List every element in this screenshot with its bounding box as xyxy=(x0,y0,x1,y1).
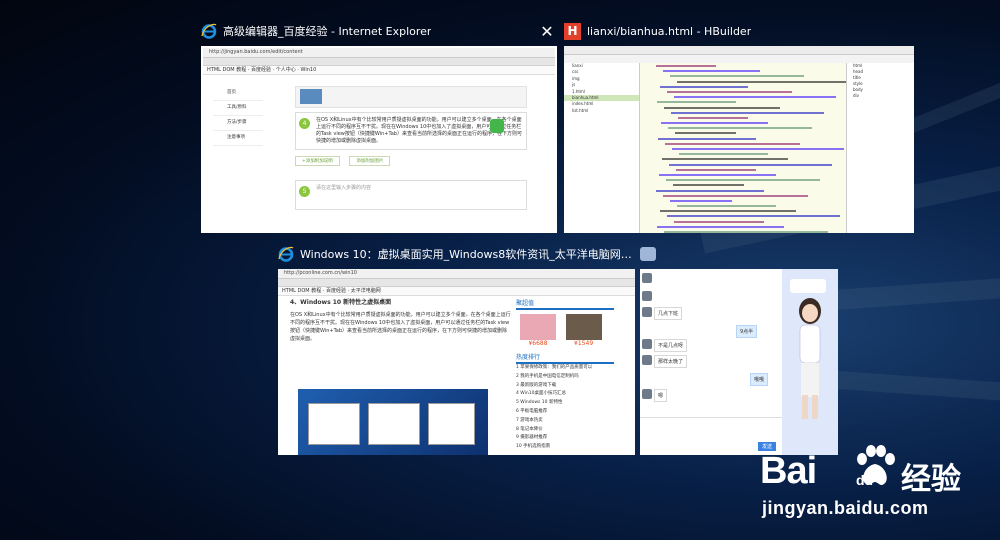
qq-show-panel xyxy=(782,269,838,455)
jingyan-url: jingyan.baidu.com xyxy=(762,498,929,518)
editor-sidebar: 首页 工具/原料 方法/步骤 注意事项 xyxy=(213,86,263,146)
avatar-figure xyxy=(799,298,821,419)
task-view-window-ie-editor[interactable]: 高级编辑器_百度经验 - Internet Explorer ✕ http://… xyxy=(201,20,557,233)
address-bar: http://jingyan.baidu.com/edit/content xyxy=(203,48,555,58)
window-thumbnail[interactable]: 几点下班 9点半 不是几点呀 那样太晚了 哦哦 嗯 发送 xyxy=(640,269,838,455)
editor-content: 4 在OS X和Linux中有个比较常用户质疑虚拟桌面的功能，用户可以建立多个桌… xyxy=(295,86,527,231)
window-thumbnail[interactable]: lianxi css img js 1.html bianhua.html in… xyxy=(564,46,914,233)
step-block-5[interactable]: 5 请在这里输入步骤的内容 xyxy=(295,180,527,210)
baidu-logo-text: Bai xyxy=(760,450,817,492)
task-view-window-ie-article[interactable]: Windows 10：虚拟桌面实用_Windows8软件资讯_太平洋电脑网P..… xyxy=(278,243,635,455)
step-block[interactable]: 4 在OS X和Linux中有个比较常用户质疑虚拟桌面的功能，用户可以建立多个桌… xyxy=(295,112,527,150)
tab-strip xyxy=(203,58,555,66)
code-editor xyxy=(640,63,846,233)
window-title: lianxi/bianhua.html - HBuilder xyxy=(587,24,752,38)
window-thumbnail[interactable]: http://jingyan.baidu.com/edit/content HT… xyxy=(201,46,557,233)
project-explorer: lianxi css img js 1.html bianhua.html in… xyxy=(564,63,640,233)
hbuilder-icon: H xyxy=(564,22,581,40)
jingyan-text: 经验 xyxy=(901,462,961,497)
task-view-window-hbuilder[interactable]: H lianxi/bianhua.html - HBuilder lianxi … xyxy=(564,20,914,233)
internet-explorer-icon xyxy=(278,246,294,262)
favorites-bar: HTML DOM 教程 · 百度经验 · 个人中心 · Win10 xyxy=(203,66,555,75)
image-upload-icon[interactable] xyxy=(490,119,504,133)
article-sidebar: 聚超值 ¥6688 ¥1549 热度排行 1 苹果保修政策：我们的产品质量可以 … xyxy=(516,299,614,452)
baidu-jingyan-watermark: Bai du 经验 jingyan.baidu.com xyxy=(760,442,990,532)
article-body: 4、Windows 10 新特性之虚拟桌面 在OS X和Linux中有个比较常用… xyxy=(290,299,511,342)
close-window-button[interactable]: ✕ xyxy=(537,22,557,41)
outline-panel: html head title style body div xyxy=(846,63,914,233)
qq-icon xyxy=(640,247,656,261)
add-image-button[interactable]: 添加附加图片 xyxy=(349,156,391,166)
chat-history: 几点下班 9点半 不是几点呀 那样太晚了 哦哦 嗯 发送 xyxy=(640,269,782,455)
hot-list: 1 苹果保修政策：我们的产品质量可以 2 我的手机是中国电信定制机吗 3 最新版… xyxy=(516,365,593,450)
window-title: 高级编辑器_百度经验 - Internet Explorer xyxy=(223,25,432,38)
internet-explorer-icon xyxy=(201,23,217,39)
window-title: Windows 10：虚拟桌面实用_Windows8软件资讯_太平洋电脑网P..… xyxy=(300,248,635,261)
article-screenshot xyxy=(298,389,488,455)
window-thumbnail[interactable]: http://pconline.com.cn/win10 HTML DOM 教程… xyxy=(278,269,635,455)
task-view-window-qq-chat[interactable]: 几点下班 9点半 不是几点呀 那样太晚了 哦哦 嗯 发送 xyxy=(640,243,838,455)
add-note-button[interactable]: +添加附加说明 xyxy=(295,156,340,166)
